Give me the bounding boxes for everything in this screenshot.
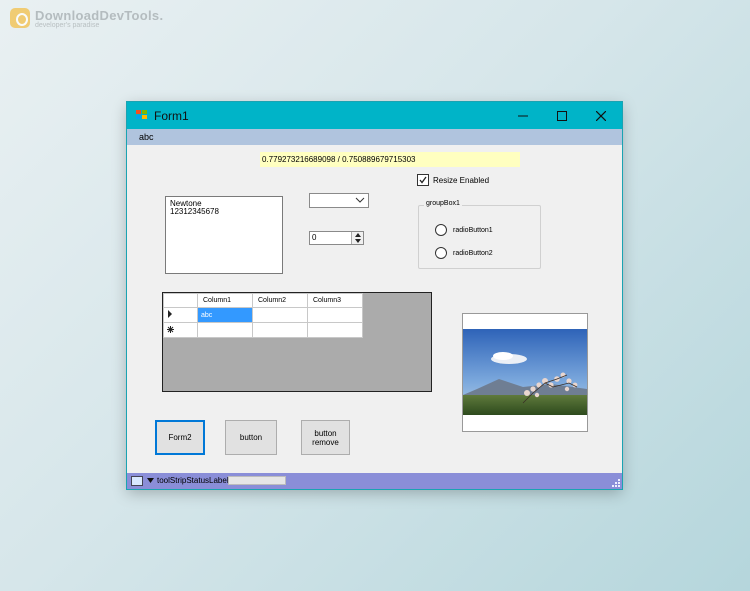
- status-progress-bar: [228, 476, 286, 485]
- numeric-value: 0: [312, 233, 317, 242]
- column-header[interactable]: Column1: [197, 293, 253, 308]
- window-title: Form1: [154, 109, 189, 123]
- radio-circle[interactable]: [435, 224, 447, 236]
- groupbox: groupBox1 radioButton1 radioButton2: [418, 200, 541, 269]
- grid-cell[interactable]: [307, 307, 363, 323]
- grid-cell[interactable]: [252, 307, 308, 323]
- maximize-button[interactable]: [543, 102, 581, 129]
- app-icon: [136, 110, 148, 121]
- multiline-textbox[interactable]: Newtone 12312345678: [165, 196, 283, 274]
- grid-corner-header[interactable]: [163, 293, 198, 308]
- groupbox-title: groupBox1: [424, 200, 462, 207]
- picture-box: [462, 313, 588, 432]
- watermark-title: DownloadDevTools.: [35, 8, 164, 23]
- table-row: abc: [163, 307, 363, 323]
- grid-cell-selected[interactable]: abc: [197, 307, 253, 323]
- watermark-subtitle: developer's paradise: [35, 22, 100, 29]
- status-dropdown-icon[interactable]: [147, 478, 154, 483]
- radio-label: radioButton2: [453, 249, 493, 257]
- table-row: [163, 322, 363, 338]
- status-strip: toolStripStatusLabel1: [127, 473, 622, 489]
- grid-cell[interactable]: [307, 322, 363, 338]
- size-grip-icon[interactable]: [612, 479, 620, 487]
- textbox-line-2: 12312345678: [170, 207, 219, 216]
- grid-cell[interactable]: [252, 322, 308, 338]
- watermark-logo: [10, 8, 30, 28]
- spin-down-button[interactable]: [352, 238, 363, 244]
- coordinates-label: 0.779273216689098 / 0.750889679715303: [260, 152, 520, 167]
- spin-up-icon: [354, 233, 361, 237]
- column-header[interactable]: Column2: [252, 293, 308, 308]
- plain-button[interactable]: button: [225, 420, 277, 455]
- dropdown-arrow-icon: [355, 197, 365, 203]
- row-header-new[interactable]: [163, 322, 198, 338]
- grid-cell[interactable]: [197, 322, 253, 338]
- status-label: toolStripStatusLabel1: [157, 476, 234, 485]
- numeric-updown[interactable]: 0: [309, 231, 364, 245]
- radio-button-1[interactable]: radioButton1: [435, 224, 493, 236]
- spin-buttons[interactable]: [351, 232, 363, 244]
- checkmark-icon: [419, 176, 427, 184]
- minimize-button[interactable]: [504, 102, 542, 129]
- remove-button[interactable]: button remove: [301, 420, 350, 455]
- combobox[interactable]: [309, 193, 369, 208]
- menu-item-abc[interactable]: abc: [139, 132, 154, 142]
- column-header[interactable]: Column3: [307, 293, 363, 308]
- menu-bar: abc: [127, 129, 622, 145]
- spin-down-icon: [354, 239, 361, 243]
- form1-window: Form1 abc 0.779273216689098 / 0.75088967…: [127, 102, 622, 489]
- row-header[interactable]: [163, 307, 198, 323]
- resize-enabled-checkbox[interactable]: Resize Enabled: [417, 174, 489, 186]
- maximize-icon: [557, 110, 567, 121]
- radio-circle[interactable]: [435, 247, 447, 259]
- status-image-icon[interactable]: [131, 476, 143, 486]
- new-row-icon: [167, 325, 174, 333]
- row-pointer-icon: [168, 310, 172, 318]
- radio-label: radioButton1: [453, 226, 493, 234]
- close-button[interactable]: [582, 102, 620, 129]
- form2-button[interactable]: Form2: [155, 420, 205, 455]
- watermark: DownloadDevTools. developer's paradise: [10, 8, 163, 29]
- landscape-photo: [463, 329, 587, 415]
- minimize-icon: [518, 115, 528, 116]
- checkbox-label: Resize Enabled: [433, 175, 490, 185]
- remove-button-line-1: button: [314, 428, 337, 438]
- close-icon: [596, 110, 606, 121]
- radio-button-2[interactable]: radioButton2: [435, 247, 493, 259]
- data-grid[interactable]: Column1 Column2 Column3 abc: [162, 292, 432, 392]
- title-bar[interactable]: Form1: [127, 102, 622, 129]
- checkbox-box[interactable]: [417, 174, 429, 186]
- remove-button-line-2: remove: [312, 437, 339, 447]
